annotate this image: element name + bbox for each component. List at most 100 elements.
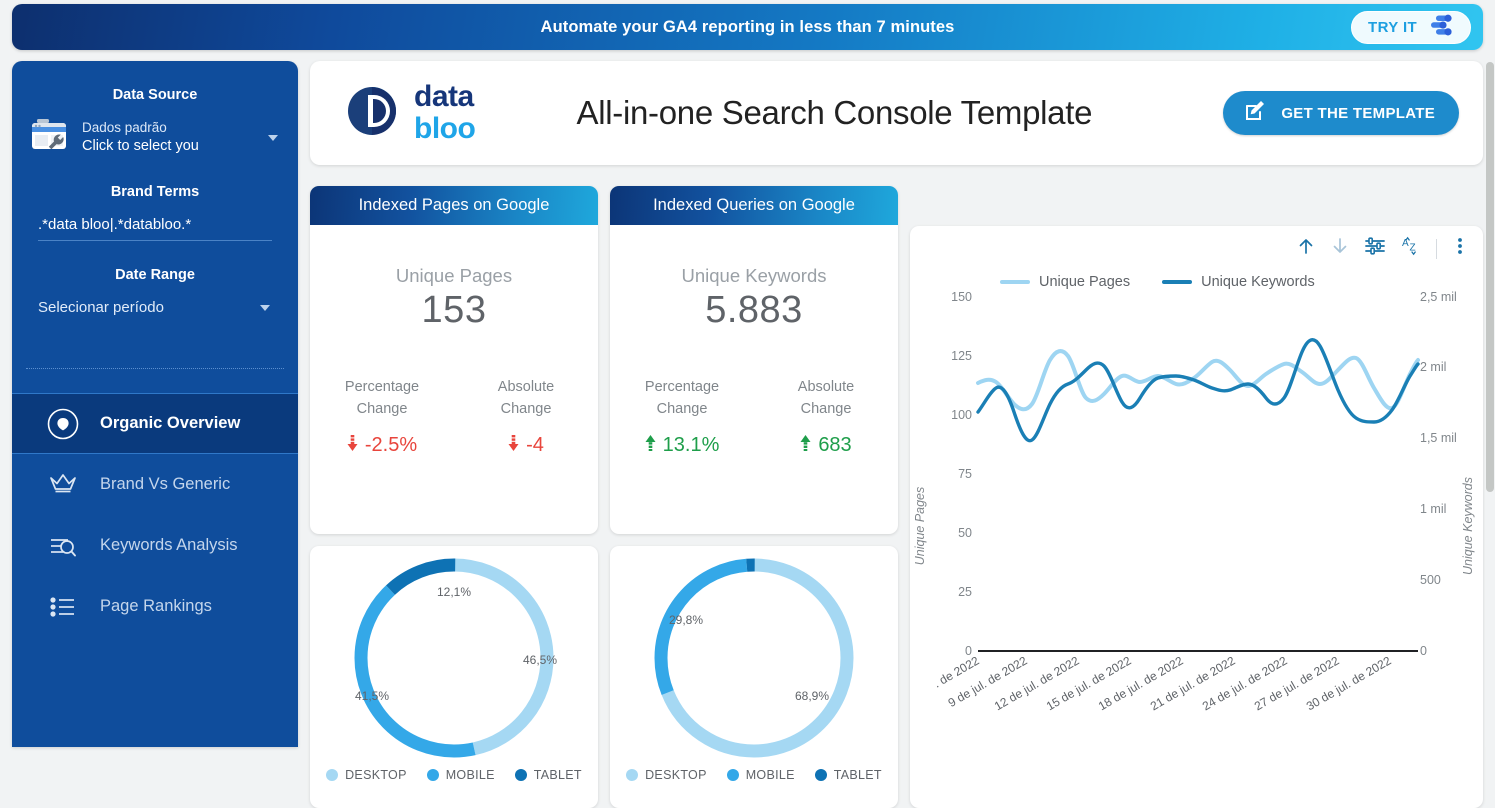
change-value-wrap: -4 — [454, 434, 598, 457]
change-label-line1: Percentage — [310, 376, 454, 398]
legend-dot-mobile — [727, 769, 739, 781]
legend-dot-desktop — [626, 769, 638, 781]
legend-entry-desktop: DESKTOP — [326, 768, 407, 782]
scrollbar-thumb[interactable] — [1486, 62, 1494, 492]
y-axis-title-left: Unique Pages — [913, 487, 927, 566]
leaf-circle-icon — [46, 407, 80, 441]
edit-square-icon — [1243, 98, 1269, 129]
date-range-selector[interactable]: Selecionar período — [38, 299, 272, 316]
change-label-line1: Absolute — [454, 376, 598, 398]
legend-label-desktop: DESKTOP — [645, 768, 707, 782]
change-value: 13.1% — [663, 434, 720, 457]
legend-label-tablet: TABLET — [534, 768, 582, 782]
sidebar-item-label: Brand Vs Generic — [100, 475, 230, 494]
percentage-change: Percentage Change -2.5% — [310, 376, 454, 457]
y-tick-right-25mil: 2,5 mil — [1420, 290, 1457, 304]
brand-terms-title: Brand Terms — [12, 184, 298, 200]
metric-value: 153 — [310, 289, 598, 332]
legend-label-desktop: DESKTOP — [345, 768, 407, 782]
page-title: All-in-one Search Console Template — [445, 94, 1223, 132]
scorecard-header: Indexed Pages on Google — [310, 186, 598, 225]
get-the-template-label: GET THE TEMPLATE — [1281, 105, 1435, 122]
sidebar-item-brand-vs-generic[interactable]: Brand Vs Generic — [12, 454, 298, 515]
legend-dot-tablet — [515, 769, 527, 781]
donut-legend: DESKTOP MOBILE TABLET — [610, 768, 898, 782]
data-source-line2: Click to select you — [82, 138, 199, 154]
sidebar-item-keywords-analysis[interactable]: Keywords Analysis — [12, 515, 298, 576]
donut-svg-keywords: 29,8% 68,9% — [644, 554, 864, 762]
try-it-label: TRY IT — [1368, 19, 1417, 36]
legend-label-mobile: MOBILE — [446, 768, 495, 782]
sidebar-item-page-rankings[interactable]: Page Rankings — [12, 576, 298, 637]
change-value-wrap: 683 — [754, 434, 898, 457]
y-tick-right-2mil: 2 mil — [1420, 360, 1446, 374]
donut-chart-unique-pages: 12,1% 46,5% 41,5% DESKTOP MOBILE TABLET — [310, 546, 598, 808]
scorecard-header: Indexed Queries on Google — [610, 186, 898, 225]
data-source-text: Dados padrão Click to select you — [82, 119, 258, 156]
y-tick-right-1mil: 1 mil — [1420, 502, 1446, 516]
bullet-list-icon — [46, 590, 80, 624]
chevron-down-icon[interactable] — [268, 135, 278, 141]
y-tick-left-75: 75 — [958, 467, 972, 481]
absolute-change: Absolute Change 683 — [754, 376, 898, 457]
arrow-down-icon — [347, 434, 358, 457]
data-source-title: Data Source — [12, 87, 298, 103]
change-value-wrap: -2.5% — [310, 434, 454, 457]
line-chart-plot: Unique Pages Unique Keywords 0 25 50 75 … — [910, 226, 1483, 808]
arrow-down-icon — [508, 434, 519, 457]
y-axis-title-right: Unique Keywords — [1461, 477, 1475, 575]
legend-entry-tablet: TABLET — [515, 768, 582, 782]
promo-banner: Automate your GA4 reporting in less than… — [12, 4, 1483, 50]
change-value-wrap: 13.1% — [610, 434, 754, 457]
change-label-line2: Change — [454, 398, 598, 420]
donut-label-tablet: 12,1% — [437, 585, 471, 599]
change-value: 683 — [818, 434, 851, 457]
search-console-icon — [30, 117, 72, 158]
scorecard-title: Indexed Queries on Google — [653, 196, 855, 215]
main-content: data bloo All-in-one Search Console Temp… — [310, 61, 1483, 747]
legend-entry-mobile: MOBILE — [727, 768, 795, 782]
metric-label: Unique Pages — [310, 265, 598, 287]
arrow-up-icon — [800, 434, 811, 457]
legend-label-mobile: MOBILE — [746, 768, 795, 782]
y-tick-left-125: 125 — [951, 349, 972, 363]
y-tick-right-0: 0 — [1420, 644, 1427, 658]
sidebar-item-label: Keywords Analysis — [100, 536, 238, 555]
try-it-button[interactable]: TRY IT — [1351, 11, 1471, 44]
donut-legend: DESKTOP MOBILE TABLET — [310, 768, 598, 782]
date-range-title: Date Range — [12, 267, 298, 283]
donut-chart-unique-keywords: 29,8% 68,9% DESKTOP MOBILE TABLET — [610, 546, 898, 808]
y-tick-left-100: 100 — [951, 408, 972, 422]
legend-entry-desktop: DESKTOP — [626, 768, 707, 782]
change-label-line1: Absolute — [754, 376, 898, 398]
metric-changes: Percentage Change 13.1% Absolute Change … — [610, 376, 898, 457]
y-tick-right-500: 500 — [1420, 573, 1441, 587]
scorecard-title: Indexed Pages on Google — [359, 196, 550, 215]
change-value: -4 — [526, 434, 544, 457]
donut-svg-pages: 12,1% 46,5% 41,5% — [344, 554, 564, 762]
legend-entry-tablet: TABLET — [815, 768, 882, 782]
sidebar: Data Source Dados padrão Click to select… — [12, 61, 298, 747]
scorecard-indexed-queries: Indexed Queries on Google Unique Keyword… — [610, 186, 898, 534]
data-source-selector[interactable]: Dados padrão Click to select you — [30, 117, 280, 158]
donut-label-mobile: 29,8% — [669, 613, 703, 627]
legend-entry-mobile: MOBILE — [427, 768, 495, 782]
line-chart-card: A Z Unique Pages — [910, 226, 1483, 808]
change-value: -2.5% — [365, 434, 417, 457]
data-source-line1: Dados padrão — [82, 120, 167, 135]
metric-value: 5.883 — [610, 289, 898, 332]
change-label-line1: Percentage — [610, 376, 754, 398]
date-range-value: Selecionar período — [38, 299, 164, 316]
brand-terms-input[interactable]: .*data bloo|.*databloo.* — [38, 216, 272, 241]
series-line-unique-keywords — [978, 340, 1418, 441]
header-card: data bloo All-in-one Search Console Temp… — [310, 61, 1483, 165]
sidebar-item-organic-overview[interactable]: Organic Overview — [12, 393, 298, 454]
chevron-down-icon[interactable] — [260, 305, 270, 311]
get-the-template-button[interactable]: GET THE TEMPLATE — [1223, 91, 1459, 135]
percentage-change: Percentage Change 13.1% — [610, 376, 754, 457]
donut-label-mobile: 41,5% — [355, 689, 389, 703]
legend-dot-desktop — [326, 769, 338, 781]
donut-label-desktop: 68,9% — [795, 689, 829, 703]
data-bloo-logo — [342, 81, 402, 146]
sidebar-item-label: Page Rankings — [100, 597, 212, 616]
